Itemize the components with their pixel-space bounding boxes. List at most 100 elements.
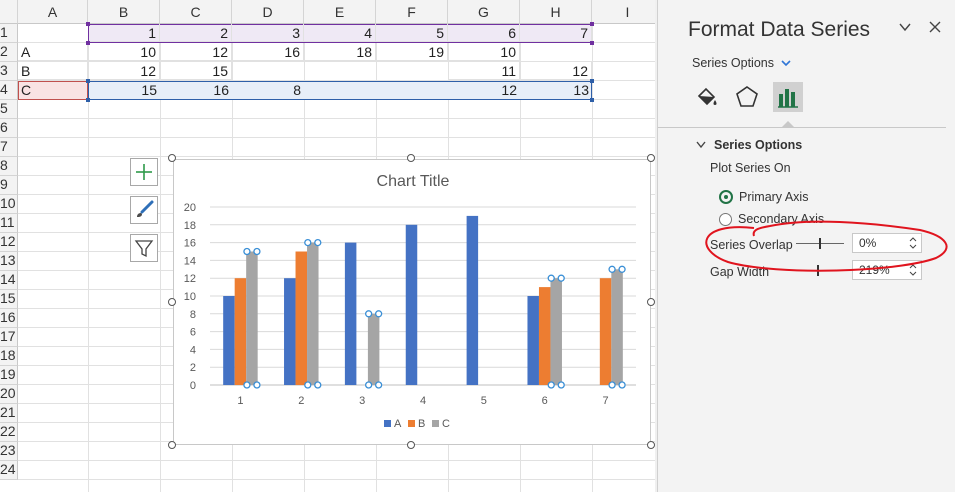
row-header[interactable]: 4 xyxy=(0,81,18,100)
cell-a3[interactable]: B xyxy=(18,62,88,80)
x-tick-label: 7 xyxy=(603,395,609,407)
plus-icon xyxy=(136,164,152,180)
cell-h3[interactable]: 12 xyxy=(520,62,592,80)
column-header-i[interactable]: I xyxy=(592,0,655,24)
row-header[interactable]: 20 xyxy=(0,385,18,404)
range-handle[interactable] xyxy=(590,98,594,102)
row-header[interactable]: 15 xyxy=(0,290,18,309)
y-tick-label: 12 xyxy=(184,273,196,285)
column-header-h[interactable]: H xyxy=(520,0,592,24)
bar-b xyxy=(295,251,308,385)
cell-d4[interactable]: 8 xyxy=(232,81,304,99)
selection-handle xyxy=(557,381,565,389)
cell-h4[interactable]: 13 xyxy=(520,81,592,99)
cell-e1[interactable]: 4 xyxy=(304,24,376,42)
resize-handle[interactable] xyxy=(168,441,176,449)
chart-area[interactable]: Chart Title 0 2 4 6 8 10 12 14 16 18 20 1 2 3 4 5 6 7 A B C xyxy=(173,159,651,445)
resize-handle[interactable] xyxy=(168,154,176,162)
row-header[interactable]: 17 xyxy=(0,328,18,347)
column-header-b[interactable]: B xyxy=(88,0,160,24)
selection-handle xyxy=(304,381,312,389)
bar-c xyxy=(367,313,380,385)
column-header-e[interactable]: E xyxy=(304,0,376,24)
cell-f1[interactable]: 5 xyxy=(376,24,448,42)
range-handle[interactable] xyxy=(86,22,90,26)
row-header[interactable]: 22 xyxy=(0,423,18,442)
cell-a4[interactable]: C xyxy=(18,81,88,99)
cell-c1[interactable]: 2 xyxy=(160,24,232,42)
row-header[interactable]: 10 xyxy=(0,195,18,214)
cell-a2[interactable]: A xyxy=(18,43,88,61)
chart-styles-button[interactable] xyxy=(130,196,158,224)
column-header-d[interactable]: D xyxy=(232,0,304,24)
resize-handle[interactable] xyxy=(407,154,415,162)
selection-handle xyxy=(547,274,555,282)
cell-f2[interactable]: 19 xyxy=(376,43,448,61)
cell-h1[interactable]: 7 xyxy=(520,24,592,42)
range-handle[interactable] xyxy=(86,98,90,102)
resize-handle[interactable] xyxy=(168,298,176,306)
row-header[interactable]: 8 xyxy=(0,157,18,176)
row-header[interactable]: 5 xyxy=(0,100,18,119)
row-header[interactable]: 23 xyxy=(0,442,18,461)
row-header[interactable]: 18 xyxy=(0,347,18,366)
y-tick-label: 2 xyxy=(190,362,196,374)
row-header[interactable]: 21 xyxy=(0,404,18,423)
column-header-c[interactable]: C xyxy=(160,0,232,24)
row-header[interactable]: 9 xyxy=(0,176,18,195)
range-handle[interactable] xyxy=(590,22,594,26)
selection-handle xyxy=(608,265,616,273)
cell-c2[interactable]: 12 xyxy=(160,43,232,61)
cell-d1[interactable]: 3 xyxy=(232,24,304,42)
bar-b xyxy=(234,278,247,385)
row-header[interactable]: 2 xyxy=(0,43,18,62)
row-header[interactable]: 13 xyxy=(0,252,18,271)
range-handle[interactable] xyxy=(86,41,90,45)
cell-c3[interactable]: 15 xyxy=(160,62,232,80)
range-handle[interactable] xyxy=(86,79,90,83)
row-header[interactable]: 24 xyxy=(0,461,18,480)
column-header-g[interactable]: G xyxy=(448,0,520,24)
selection-handle xyxy=(253,247,261,256)
x-tick-label: 5 xyxy=(481,395,487,407)
row-header[interactable]: 1 xyxy=(0,24,18,43)
cell-b3[interactable]: 12 xyxy=(88,62,160,80)
x-tick-label: 4 xyxy=(420,395,426,407)
row-header[interactable]: 7 xyxy=(0,138,18,157)
cell-d2[interactable]: 16 xyxy=(232,43,304,61)
row-header[interactable]: 3 xyxy=(0,62,18,81)
column-chart: Chart Title 024681012141618201 2 3 4 5 6 7A B C xyxy=(184,173,636,430)
resize-handle[interactable] xyxy=(647,441,655,449)
cell-e2[interactable]: 18 xyxy=(304,43,376,61)
cell-c4[interactable]: 16 xyxy=(160,81,232,99)
bar-a xyxy=(527,296,539,385)
y-tick-label: 0 xyxy=(190,380,196,392)
row-header[interactable]: 11 xyxy=(0,214,18,233)
selection-handle xyxy=(618,381,626,389)
column-header-a[interactable]: A xyxy=(18,0,88,24)
cell-b2[interactable]: 10 xyxy=(88,43,160,61)
chart-elements-button[interactable] xyxy=(130,158,158,186)
resize-handle[interactable] xyxy=(647,154,655,162)
cell-g2[interactable]: 10 xyxy=(448,43,520,61)
row-header[interactable]: 19 xyxy=(0,366,18,385)
resize-handle[interactable] xyxy=(647,298,655,306)
cell-b1[interactable]: 1 xyxy=(88,24,160,42)
resize-handle[interactable] xyxy=(407,441,415,449)
row-header[interactable]: 12 xyxy=(0,233,18,252)
cell-g1[interactable]: 6 xyxy=(448,24,520,42)
chart-filters-button[interactable] xyxy=(130,234,158,262)
select-all-corner[interactable] xyxy=(0,0,18,24)
selection-handle xyxy=(314,381,322,389)
cell-g4[interactable]: 12 xyxy=(448,81,520,99)
row-header[interactable]: 6 xyxy=(0,119,18,138)
range-handle[interactable] xyxy=(590,79,594,83)
cell-g3[interactable]: 11 xyxy=(448,62,520,80)
row-header[interactable]: 14 xyxy=(0,271,18,290)
chart-title[interactable]: Chart Title xyxy=(377,173,450,190)
bar-b xyxy=(538,287,551,385)
column-header-f[interactable]: F xyxy=(376,0,448,24)
row-header[interactable]: 16 xyxy=(0,309,18,328)
cell-b4[interactable]: 15 xyxy=(88,81,160,99)
range-handle[interactable] xyxy=(590,41,594,45)
